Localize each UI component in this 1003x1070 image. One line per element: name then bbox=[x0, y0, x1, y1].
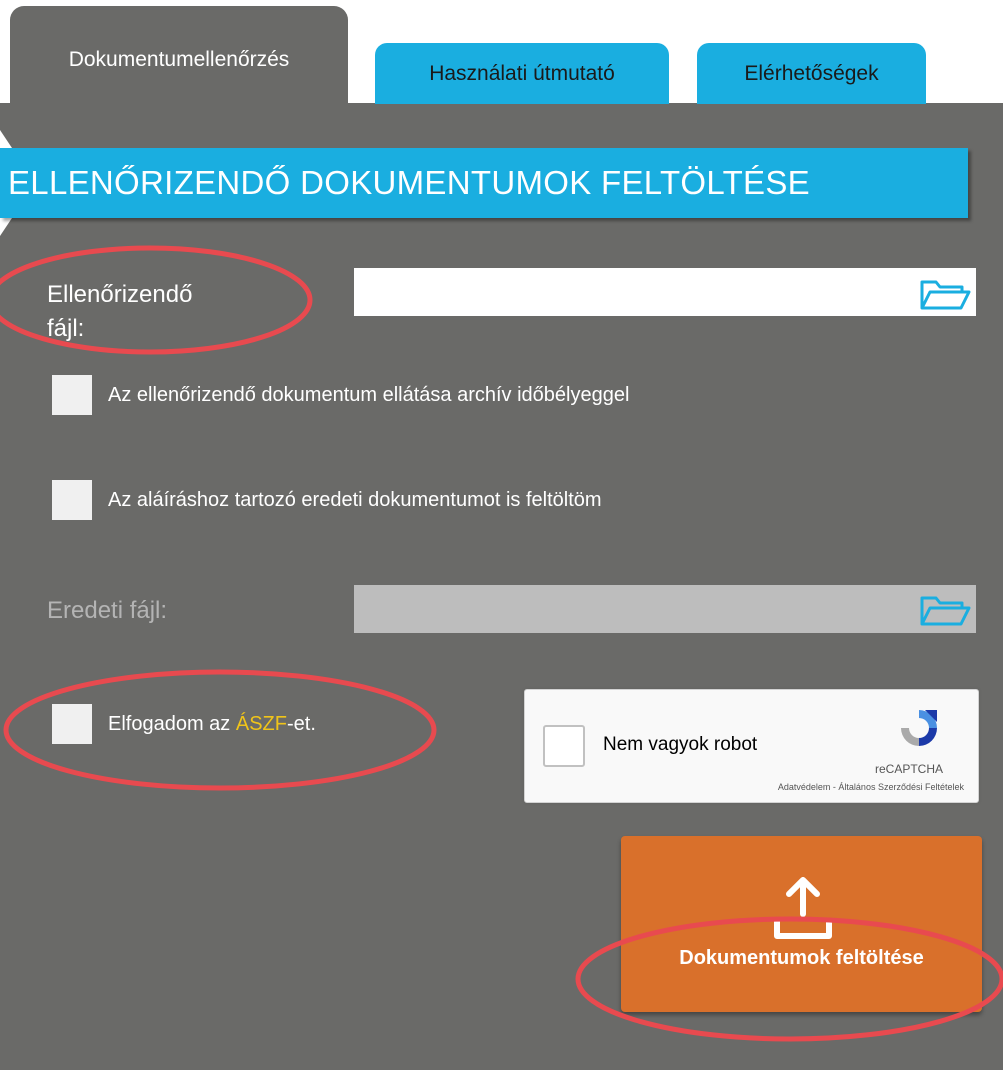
original-file-input[interactable] bbox=[354, 585, 976, 633]
archive-timestamp-checkbox[interactable] bbox=[52, 375, 92, 415]
upload-documents-button[interactable]: Dokumentumok feltöltése bbox=[621, 836, 982, 1012]
terms-checkbox[interactable] bbox=[52, 704, 92, 744]
page-title: ELLENŐRIZENDŐ DOKUMENTUMOK FELTÖLTÉSE bbox=[0, 148, 968, 218]
recaptcha-logo-icon bbox=[901, 710, 937, 746]
terms-prefix: Elfogadom az bbox=[108, 713, 236, 735]
original-document-checkbox[interactable] bbox=[52, 480, 92, 520]
recaptcha-widget: Nem vagyok robot reCAPTCHA Adatvédelem -… bbox=[524, 689, 979, 803]
recaptcha-brand: reCAPTCHA bbox=[875, 762, 944, 776]
tab-contacts[interactable]: Elérhetőségek bbox=[697, 43, 926, 104]
recaptcha-checkbox[interactable] bbox=[543, 725, 585, 767]
tab-user-guide[interactable]: Használati útmutató bbox=[375, 43, 669, 104]
recaptcha-links[interactable]: Adatvédelem - Általános Szerződési Felté… bbox=[778, 782, 964, 792]
terms-suffix: -et. bbox=[286, 713, 316, 735]
file-label-line2: fájl: bbox=[47, 315, 85, 342]
folder-open-icon[interactable] bbox=[918, 277, 972, 313]
upload-documents-label: Dokumentumok feltöltése bbox=[679, 947, 924, 969]
original-document-label: Az aláíráshoz tartozó eredeti dokumentum… bbox=[108, 489, 602, 511]
terms-label: Elfogadom az ÁSZF-et. bbox=[108, 713, 316, 736]
file-label: Ellenőrizendő fájl: bbox=[47, 278, 192, 346]
folder-open-icon[interactable] bbox=[918, 593, 972, 629]
archive-timestamp-label: Az ellenőrizendő dokumentum ellátása arc… bbox=[108, 384, 630, 406]
file-label-line1: Ellenőrizendő bbox=[47, 281, 193, 308]
file-input[interactable] bbox=[354, 268, 976, 316]
tab-document-check[interactable]: Dokumentumellenőrzés bbox=[10, 6, 348, 116]
original-file-label: Eredeti fájl: bbox=[47, 597, 168, 624]
terms-link[interactable]: ÁSZF bbox=[236, 713, 287, 735]
upload-arrow-icon bbox=[774, 877, 832, 939]
recaptcha-label: Nem vagyok robot bbox=[603, 734, 758, 755]
header-notch-top bbox=[0, 130, 12, 148]
header-notch-bottom bbox=[0, 218, 12, 236]
